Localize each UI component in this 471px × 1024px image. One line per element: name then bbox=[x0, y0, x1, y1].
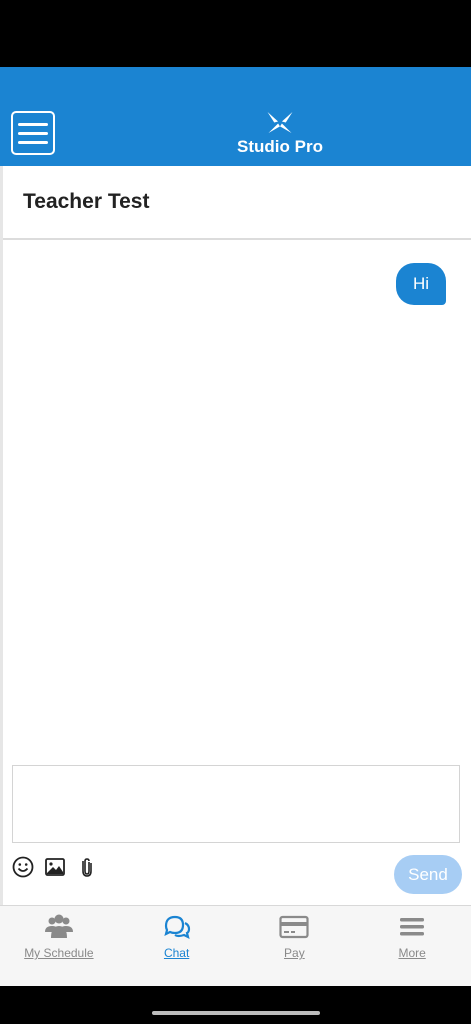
chat-icon bbox=[161, 913, 193, 941]
message-list[interactable]: Hi bbox=[3, 242, 471, 762]
tab-chat[interactable]: Chat bbox=[118, 906, 236, 986]
message-input[interactable] bbox=[12, 765, 460, 843]
users-icon bbox=[43, 913, 75, 941]
app-header: Studio Pro bbox=[0, 67, 471, 166]
send-button[interactable]: Send bbox=[394, 855, 462, 894]
app-screen: Studio Pro Teacher Test Hi Send My Sched… bbox=[0, 0, 471, 1024]
tab-pay[interactable]: Pay bbox=[236, 906, 354, 986]
hamburger-icon bbox=[18, 122, 48, 126]
tab-label: Chat bbox=[163, 946, 190, 960]
studio-pro-logo-icon bbox=[267, 111, 293, 134]
tab-label: More bbox=[398, 946, 426, 960]
tab-label: Pay bbox=[284, 946, 305, 960]
app-logo: Studio Pro bbox=[230, 111, 330, 157]
attachment-icon[interactable] bbox=[76, 856, 98, 878]
emoji-icon[interactable] bbox=[12, 856, 34, 878]
system-nav-area bbox=[0, 986, 471, 1024]
menu-lines-icon bbox=[396, 913, 428, 941]
brand-name: Studio Pro bbox=[237, 137, 323, 156]
bottom-tab-bar: My Schedule Chat Pay More bbox=[0, 905, 471, 986]
credit-card-icon bbox=[278, 913, 310, 941]
status-bar bbox=[0, 0, 471, 67]
menu-button[interactable] bbox=[11, 111, 55, 155]
conversation-title: Teacher Test bbox=[23, 190, 150, 213]
chat-main: Teacher Test Hi Send bbox=[0, 166, 471, 905]
conversation-header: Teacher Test bbox=[3, 166, 471, 240]
image-icon[interactable] bbox=[44, 856, 66, 878]
tab-label: My Schedule bbox=[24, 946, 94, 960]
tab-my-schedule[interactable]: My Schedule bbox=[0, 906, 118, 986]
tab-more[interactable]: More bbox=[353, 906, 471, 986]
composer-toolbar bbox=[12, 856, 98, 878]
message-bubble-outgoing: Hi bbox=[395, 263, 446, 305]
home-indicator[interactable] bbox=[152, 1011, 320, 1015]
